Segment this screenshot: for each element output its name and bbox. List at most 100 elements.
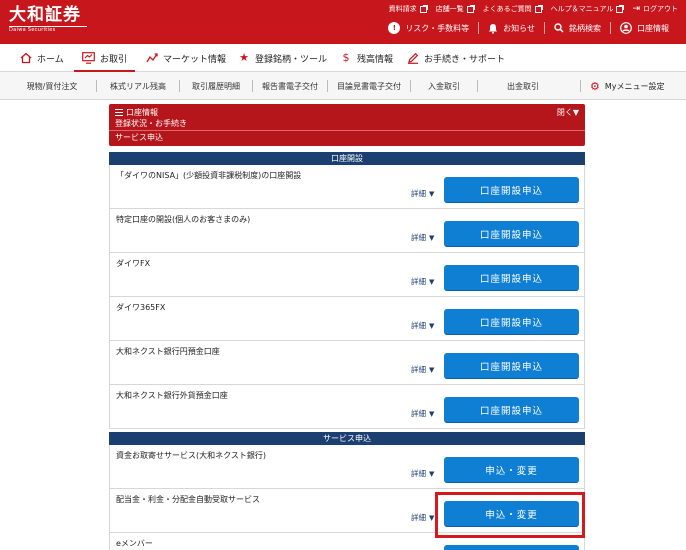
nav-label: ホーム (37, 54, 64, 65)
row-label: 特定口座の開設(個人のお客さまのみ) (116, 215, 251, 224)
subnav-spot-buy-order[interactable]: 現物/買付注文 (8, 72, 96, 100)
home-icon (20, 52, 32, 64)
risk-label: リスク・手数料等 (405, 23, 470, 33)
detail-toggle[interactable]: 詳細 ▼ (411, 188, 434, 199)
nav-trade[interactable]: お取引 (73, 44, 136, 72)
utility-links: 資料請求 店舗一覧 よくあるご質問 ヘルプ＆マニュアル ⇥ ログアウト (389, 4, 678, 14)
bell-icon (489, 23, 498, 34)
menu-icon (115, 109, 123, 116)
nav-label: マーケット情報 (163, 54, 227, 65)
nav-procedures-support[interactable]: お手続き・サポート (407, 44, 505, 72)
link-label: ログアウト (643, 5, 678, 13)
detail-label: 詳細 (411, 469, 426, 478)
nav-market-info[interactable]: マーケット情報 (146, 44, 226, 72)
detail-toggle[interactable]: 詳細 ▼ (411, 512, 434, 523)
star-icon: ★ (239, 51, 249, 64)
section-header-account-opening: 口座開設 (109, 152, 585, 165)
triangle-down-icon: ▼ (429, 514, 435, 522)
apply-change-button[interactable]: 申込・変更 (444, 457, 579, 482)
nav-label: 登録銘柄・ツール (255, 54, 328, 65)
top-header: 大和証券 Daiwa Securities 資料請求 店舗一覧 よくあるご質問 … (0, 0, 686, 44)
panel-divider (109, 130, 585, 131)
list-item: 大和ネクスト銀行円預金口座 詳細 ▼ 口座開設申込 (110, 341, 584, 385)
stock-search-link[interactable]: 銘柄検索 (545, 23, 610, 34)
detail-toggle[interactable]: 詳細 ▼ (411, 468, 434, 479)
subnav-trade-history[interactable]: 取引履歴明細 (180, 72, 252, 100)
row-label: ダイワFX (116, 259, 151, 268)
daiwa-logo[interactable]: 大和証券 Daiwa Securities (9, 5, 87, 35)
detail-label: 詳細 (411, 189, 426, 198)
panel-title-text: 口座情報 (126, 108, 158, 117)
nav-label: お取引 (100, 54, 128, 65)
detail-toggle[interactable]: 詳細 ▼ (411, 232, 434, 243)
dollar-icon: $ (342, 51, 350, 64)
subnav-withdrawal[interactable]: 出金取引 (478, 72, 568, 100)
triangle-down-icon: ▼ (429, 190, 435, 198)
open-account-button[interactable]: 口座開設申込 (444, 353, 579, 378)
detail-toggle[interactable]: 詳細 ▼ (411, 364, 434, 375)
panel-breadcrumb-registration[interactable]: 登録状況・お手続き (115, 118, 187, 129)
account-label: 口座情報 (637, 23, 669, 33)
open-account-button[interactable]: 口座開設申込 (444, 397, 579, 422)
detail-toggle[interactable]: 詳細 ▼ (411, 408, 434, 419)
link-request-docs[interactable]: 資料請求 (388, 4, 428, 14)
open-account-button[interactable]: 口座開設申込 (444, 177, 579, 202)
my-menu-label: Myメニュー設定 (604, 81, 665, 91)
nav-home[interactable]: ホーム (20, 44, 64, 72)
open-account-button[interactable]: 口座開設申込 (444, 265, 579, 290)
detail-toggle[interactable]: 詳細 ▼ (411, 276, 434, 287)
row-label: 配当金・利金・分配金自動受取サービス (116, 495, 260, 504)
link-help-manual[interactable]: ヘルプ＆マニュアル (551, 4, 625, 14)
row-label: 大和ネクスト銀行外貨預金口座 (116, 391, 228, 400)
subnav-electronic-reports[interactable]: 報告書電子交付 (253, 72, 327, 100)
row-label: 大和ネクスト銀行円預金口座 (116, 347, 220, 356)
panel-toggle[interactable]: 閉く▼ (557, 107, 579, 118)
account-info-link[interactable]: 口座情報 (611, 22, 678, 34)
logout-icon: ⇥ (632, 3, 640, 14)
subnav-deposit[interactable]: 入金取引 (411, 72, 477, 100)
link-label: 資料請求 (388, 5, 417, 13)
row-label: 「ダイワのNISA」(少額投資非課税制度)の口座開設 (116, 171, 302, 180)
account-opening-list: 「ダイワのNISA」(少額投資非課税制度)の口座開設 詳細 ▼ 口座開設申込 特定… (109, 165, 585, 429)
pen-icon (408, 52, 419, 64)
panel-title[interactable]: 口座情報 (115, 107, 158, 118)
link-label: 店舗一覧 (435, 5, 464, 13)
open-account-button[interactable]: 口座開設申込 (444, 309, 579, 334)
risk-fees-link[interactable]: ! リスク・手数料等 (379, 22, 478, 34)
sub-nav: 現物/買付注文 株式リアル残高 取引履歴明細 報告書電子交付 目論見書電子交付 … (0, 72, 686, 100)
external-link-icon (419, 4, 428, 13)
notice-label: お知らせ (503, 23, 535, 33)
list-item: 資金お取寄せサービス(大和ネクスト銀行) 詳細 ▼ 申込・変更 (110, 445, 584, 489)
market-chart-icon (146, 53, 158, 63)
triangle-down-icon: ▼ (429, 234, 435, 242)
detail-label: 詳細 (411, 233, 426, 242)
auto-receive-apply-button[interactable]: 申込・変更 (444, 501, 579, 526)
header-tools: ! リスク・手数料等 お知らせ 銘柄検索 口座情報 (379, 22, 678, 34)
search-icon (554, 23, 564, 33)
link-store-list[interactable]: 店舗一覧 (435, 4, 475, 14)
link-faq[interactable]: よくあるご質問 (482, 4, 543, 14)
link-logout[interactable]: ⇥ ログアウト (632, 4, 678, 14)
my-menu-settings[interactable]: ⚙ Myメニュー設定 (590, 72, 665, 100)
triangle-down-icon: ▼ (429, 410, 435, 418)
detail-toggle[interactable]: 詳細 ▼ (411, 320, 434, 331)
user-circle-icon (620, 22, 632, 34)
nav-balance[interactable]: $ 残高情報 (340, 44, 394, 72)
detail-label: 詳細 (411, 409, 426, 418)
search-label: 銘柄検索 (569, 23, 601, 33)
trade-icon (82, 52, 95, 64)
account-info-page: 口座情報 登録状況・お手続き サービス申込 閉く▼ 口座開設 「ダイワのNISA… (109, 104, 585, 550)
gear-icon: ⚙ (590, 79, 600, 93)
detail-label: 詳細 (411, 321, 426, 330)
list-item: 特定口座の開設(個人のお客さまのみ) 詳細 ▼ 口座開設申込 (110, 209, 584, 253)
e-member-apply-button[interactable] (444, 545, 579, 550)
subnav-electronic-prospectus[interactable]: 目論見書電子交付 (328, 72, 410, 100)
open-account-button[interactable]: 口座開設申込 (444, 221, 579, 246)
subnav-realtime-balance[interactable]: 株式リアル残高 (97, 72, 179, 100)
link-label: よくあるご質問 (482, 5, 532, 13)
list-item: 配当金・利金・分配金自動受取サービス 詳細 ▼ 申込・変更 (110, 489, 584, 533)
main-nav: ホーム お取引 マーケット情報 ★ 登録銘柄・ツール $ 残高情報 お手続き・サ… (0, 44, 686, 72)
list-item: 「ダイワのNISA」(少額投資非課税制度)の口座開設 詳細 ▼ 口座開設申込 (110, 165, 584, 209)
notice-link[interactable]: お知らせ (479, 23, 544, 34)
nav-registered-tools[interactable]: ★ 登録銘柄・ツール (238, 44, 327, 72)
